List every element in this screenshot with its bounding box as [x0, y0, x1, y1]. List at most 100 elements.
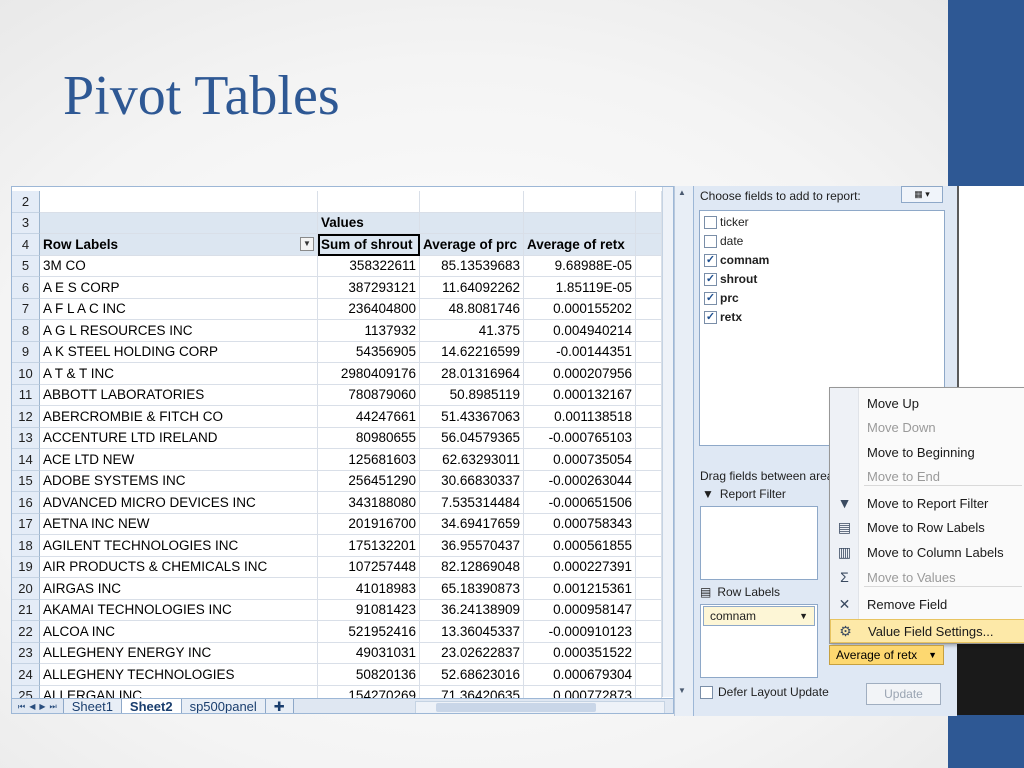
row-number[interactable]: 4	[12, 234, 40, 256]
avg-retx-cell[interactable]: -0.000651506	[524, 492, 636, 514]
row-number[interactable]: 18	[12, 535, 40, 557]
avg-prc-cell[interactable]: 13.36045337	[420, 621, 524, 643]
sheet-tab-sp500panel[interactable]: sp500panel	[180, 699, 266, 713]
avg-prc-cell[interactable]: 14.62216599	[420, 341, 524, 363]
sum-shrout-cell[interactable]: 41018983	[318, 578, 420, 600]
avg-retx-cell[interactable]: 0.000735054	[524, 449, 636, 471]
checkmark-icon[interactable]: ✓	[704, 272, 717, 286]
field-item-ticker[interactable]: ticker	[704, 213, 749, 231]
row-labels-header[interactable]: Row Labels ▼	[40, 234, 318, 256]
panel-splitter[interactable]: ▲ ▼	[674, 186, 693, 716]
sum-shrout-cell[interactable]: 2980409176	[318, 363, 420, 385]
sum-shrout-cell[interactable]: 54356905	[318, 341, 420, 363]
sum-shrout-cell[interactable]: 44247661	[318, 406, 420, 428]
next-sheet-icon[interactable]: ▶	[39, 702, 45, 712]
checkbox-icon[interactable]	[704, 234, 717, 248]
avg-retx-cell[interactable]: 9.68988E-05	[524, 255, 636, 277]
row-number[interactable]: 22	[12, 621, 40, 643]
cell[interactable]	[636, 492, 662, 514]
values-label[interactable]: Values	[318, 212, 420, 234]
menu-item-move-down[interactable]: Move Down	[830, 415, 1024, 439]
row-number[interactable]: 16	[12, 492, 40, 514]
sum-shrout-cell[interactable]: 107257448	[318, 556, 420, 578]
row-number[interactable]: 23	[12, 642, 40, 664]
avg-retx-cell[interactable]: 0.000207956	[524, 363, 636, 385]
company-name-cell[interactable]: A K STEEL HOLDING CORP	[40, 341, 318, 363]
cell[interactable]	[420, 212, 524, 234]
update-button[interactable]: Update	[866, 683, 941, 705]
row-number[interactable]: 11	[12, 384, 40, 406]
cell[interactable]	[420, 191, 524, 213]
scroll-up-icon[interactable]: ▲	[678, 188, 686, 197]
row-number[interactable]: 3	[12, 212, 40, 234]
row-number[interactable]: 10	[12, 363, 40, 385]
sum-shrout-cell[interactable]: 49031031	[318, 642, 420, 664]
cell[interactable]	[636, 513, 662, 535]
company-name-cell[interactable]: ALLEGHENY TECHNOLOGIES	[40, 664, 318, 686]
menu-item-value-field-settings[interactable]: ⚙ Value Field Settings...	[830, 619, 1024, 643]
avg-retx-cell[interactable]: -0.000910123	[524, 621, 636, 643]
company-name-cell[interactable]: ACE LTD NEW	[40, 449, 318, 471]
sheet-tab-sheet2[interactable]: Sheet2	[120, 699, 182, 713]
row-number[interactable]: 7	[12, 298, 40, 320]
company-name-cell[interactable]: ADVANCED MICRO DEVICES INC	[40, 492, 318, 514]
company-name-cell[interactable]: A F L A C INC	[40, 298, 318, 320]
filter-dropdown-icon[interactable]: ▼	[300, 237, 314, 252]
report-filter-drop-area[interactable]	[700, 506, 818, 580]
horizontal-scrollbar[interactable]	[415, 700, 665, 713]
row-number[interactable]: 13	[12, 427, 40, 449]
sheet-nav-arrows[interactable]: ⏮ ◀ ▶ ⏭	[12, 702, 63, 712]
field-item-prc[interactable]: ✓ prc	[704, 289, 739, 307]
avg-prc-cell[interactable]: 7.535314484	[420, 492, 524, 514]
cell[interactable]	[636, 599, 662, 621]
sum-shrout-cell[interactable]: 780879060	[318, 384, 420, 406]
insert-sheet-icon[interactable]: ✚	[264, 699, 294, 713]
sum-shrout-cell[interactable]: 358322611	[318, 255, 420, 277]
row-number[interactable]: 21	[12, 599, 40, 621]
avg-retx-cell[interactable]: -0.000765103	[524, 427, 636, 449]
company-name-cell[interactable]: AKAMAI TECHNOLOGIES INC	[40, 599, 318, 621]
sum-shrout-cell[interactable]: 343188080	[318, 492, 420, 514]
row-number[interactable]: 24	[12, 664, 40, 686]
menu-item-remove-field[interactable]: ✕ Remove Field	[830, 592, 1024, 616]
checkmark-icon[interactable]: ✓	[704, 291, 717, 305]
cell[interactable]	[636, 556, 662, 578]
avg-retx-cell[interactable]: 0.000958147	[524, 599, 636, 621]
avg-retx-cell[interactable]: -0.00144351	[524, 341, 636, 363]
sum-shrout-cell[interactable]: 387293121	[318, 277, 420, 299]
avg-prc-cell[interactable]: 30.66830337	[420, 470, 524, 492]
cell[interactable]	[636, 621, 662, 643]
cell[interactable]	[636, 212, 662, 234]
cell[interactable]	[636, 341, 662, 363]
last-sheet-icon[interactable]: ⏭	[50, 702, 57, 712]
avg-prc-cell[interactable]: 36.95570437	[420, 535, 524, 557]
avg-prc-cell[interactable]: 56.04579365	[420, 427, 524, 449]
row-number[interactable]: 9	[12, 341, 40, 363]
cell[interactable]	[636, 234, 662, 256]
prev-sheet-icon[interactable]: ◀	[29, 702, 35, 712]
average-of-retx-header[interactable]: Average of retx	[524, 234, 636, 256]
cell[interactable]	[636, 277, 662, 299]
company-name-cell[interactable]: AGILENT TECHNOLOGIES INC	[40, 535, 318, 557]
row-number[interactable]: 19	[12, 556, 40, 578]
avg-retx-cell[interactable]: 0.000227391	[524, 556, 636, 578]
avg-prc-cell[interactable]: 52.68623016	[420, 664, 524, 686]
menu-item-move-to-report-filter[interactable]: ▼ Move to Report Filter	[830, 491, 1024, 515]
sum-shrout-cell[interactable]: 256451290	[318, 470, 420, 492]
avg-prc-cell[interactable]: 82.12869048	[420, 556, 524, 578]
company-name-cell[interactable]: ABBOTT LABORATORIES	[40, 384, 318, 406]
avg-retx-cell[interactable]: 0.000679304	[524, 664, 636, 686]
sum-shrout-cell[interactable]: 201916700	[318, 513, 420, 535]
company-name-cell[interactable]: ADOBE SYSTEMS INC	[40, 470, 318, 492]
field-item-shrout[interactable]: ✓ shrout	[704, 270, 757, 288]
cell[interactable]	[636, 470, 662, 492]
cell[interactable]	[40, 212, 318, 234]
sum-shrout-cell[interactable]: 236404800	[318, 298, 420, 320]
cell[interactable]	[636, 384, 662, 406]
avg-prc-cell[interactable]: 65.18390873	[420, 578, 524, 600]
sheet-tab-sheet1[interactable]: Sheet1	[62, 699, 122, 713]
avg-retx-cell[interactable]: 0.000561855	[524, 535, 636, 557]
cell[interactable]	[636, 363, 662, 385]
company-name-cell[interactable]: AETNA INC NEW	[40, 513, 318, 535]
menu-item-move-to-column-labels[interactable]: ▥ Move to Column Labels	[830, 540, 1024, 564]
